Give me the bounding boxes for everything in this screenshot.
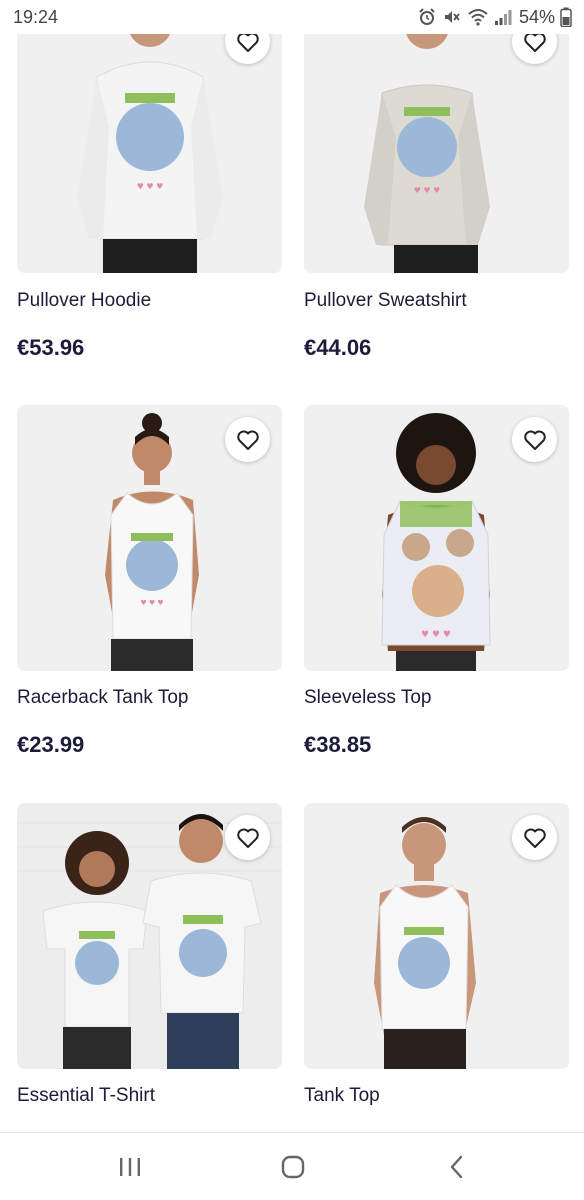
- product-price: €53.96: [17, 335, 85, 360]
- heart-outline-icon: [523, 828, 546, 848]
- alarm-icon: [419, 8, 435, 25]
- back-button[interactable]: [437, 1151, 477, 1183]
- svg-text:♥ ♥ ♥: ♥ ♥ ♥: [137, 182, 164, 191]
- svg-text:♥ ♥ ♥: ♥ ♥ ♥: [421, 630, 451, 640]
- heart-outline-icon: [523, 430, 546, 450]
- battery-icon: [560, 7, 572, 27]
- back-icon: [450, 1155, 463, 1179]
- favorite-button[interactable]: [512, 815, 557, 860]
- recent-apps-button[interactable]: [110, 1151, 150, 1183]
- favorite-button[interactable]: [225, 417, 270, 462]
- battery-percentage: 54%: [518, 6, 555, 27]
- home-icon: [281, 1155, 305, 1179]
- heart-outline-icon: [236, 430, 259, 450]
- product-price: €23.99: [17, 732, 85, 757]
- status-time: 19:24: [13, 7, 59, 27]
- recent-apps-icon: [120, 1158, 140, 1176]
- product-title[interactable]: Essential T-Shirt: [17, 1085, 155, 1107]
- svg-text:♥ ♥ ♥: ♥ ♥ ♥: [414, 186, 441, 195]
- mute-icon: [444, 11, 460, 23]
- product-title[interactable]: Tank Top: [304, 1085, 380, 1107]
- wifi-icon: [468, 9, 488, 26]
- product-title[interactable]: Pullover Hoodie: [17, 290, 151, 312]
- product-title[interactable]: Racerback Tank Top: [17, 687, 188, 709]
- system-navigation-bar: [0, 1132, 584, 1200]
- status-icons: 54%: [417, 6, 572, 28]
- product-price: €38.85: [304, 732, 372, 757]
- svg-text:♥ ♥ ♥: ♥ ♥ ♥: [140, 599, 163, 607]
- product-price: €44.06: [304, 335, 372, 360]
- product-title[interactable]: Pullover Sweatshirt: [304, 290, 467, 312]
- favorite-button[interactable]: [225, 815, 270, 860]
- signal-icon: [494, 10, 512, 25]
- home-button[interactable]: [273, 1151, 313, 1183]
- product-title[interactable]: Sleeveless Top: [304, 687, 431, 709]
- heart-outline-icon: [236, 828, 259, 848]
- favorite-button[interactable]: [512, 417, 557, 462]
- status-bar: 19:24 54%: [0, 0, 584, 34]
